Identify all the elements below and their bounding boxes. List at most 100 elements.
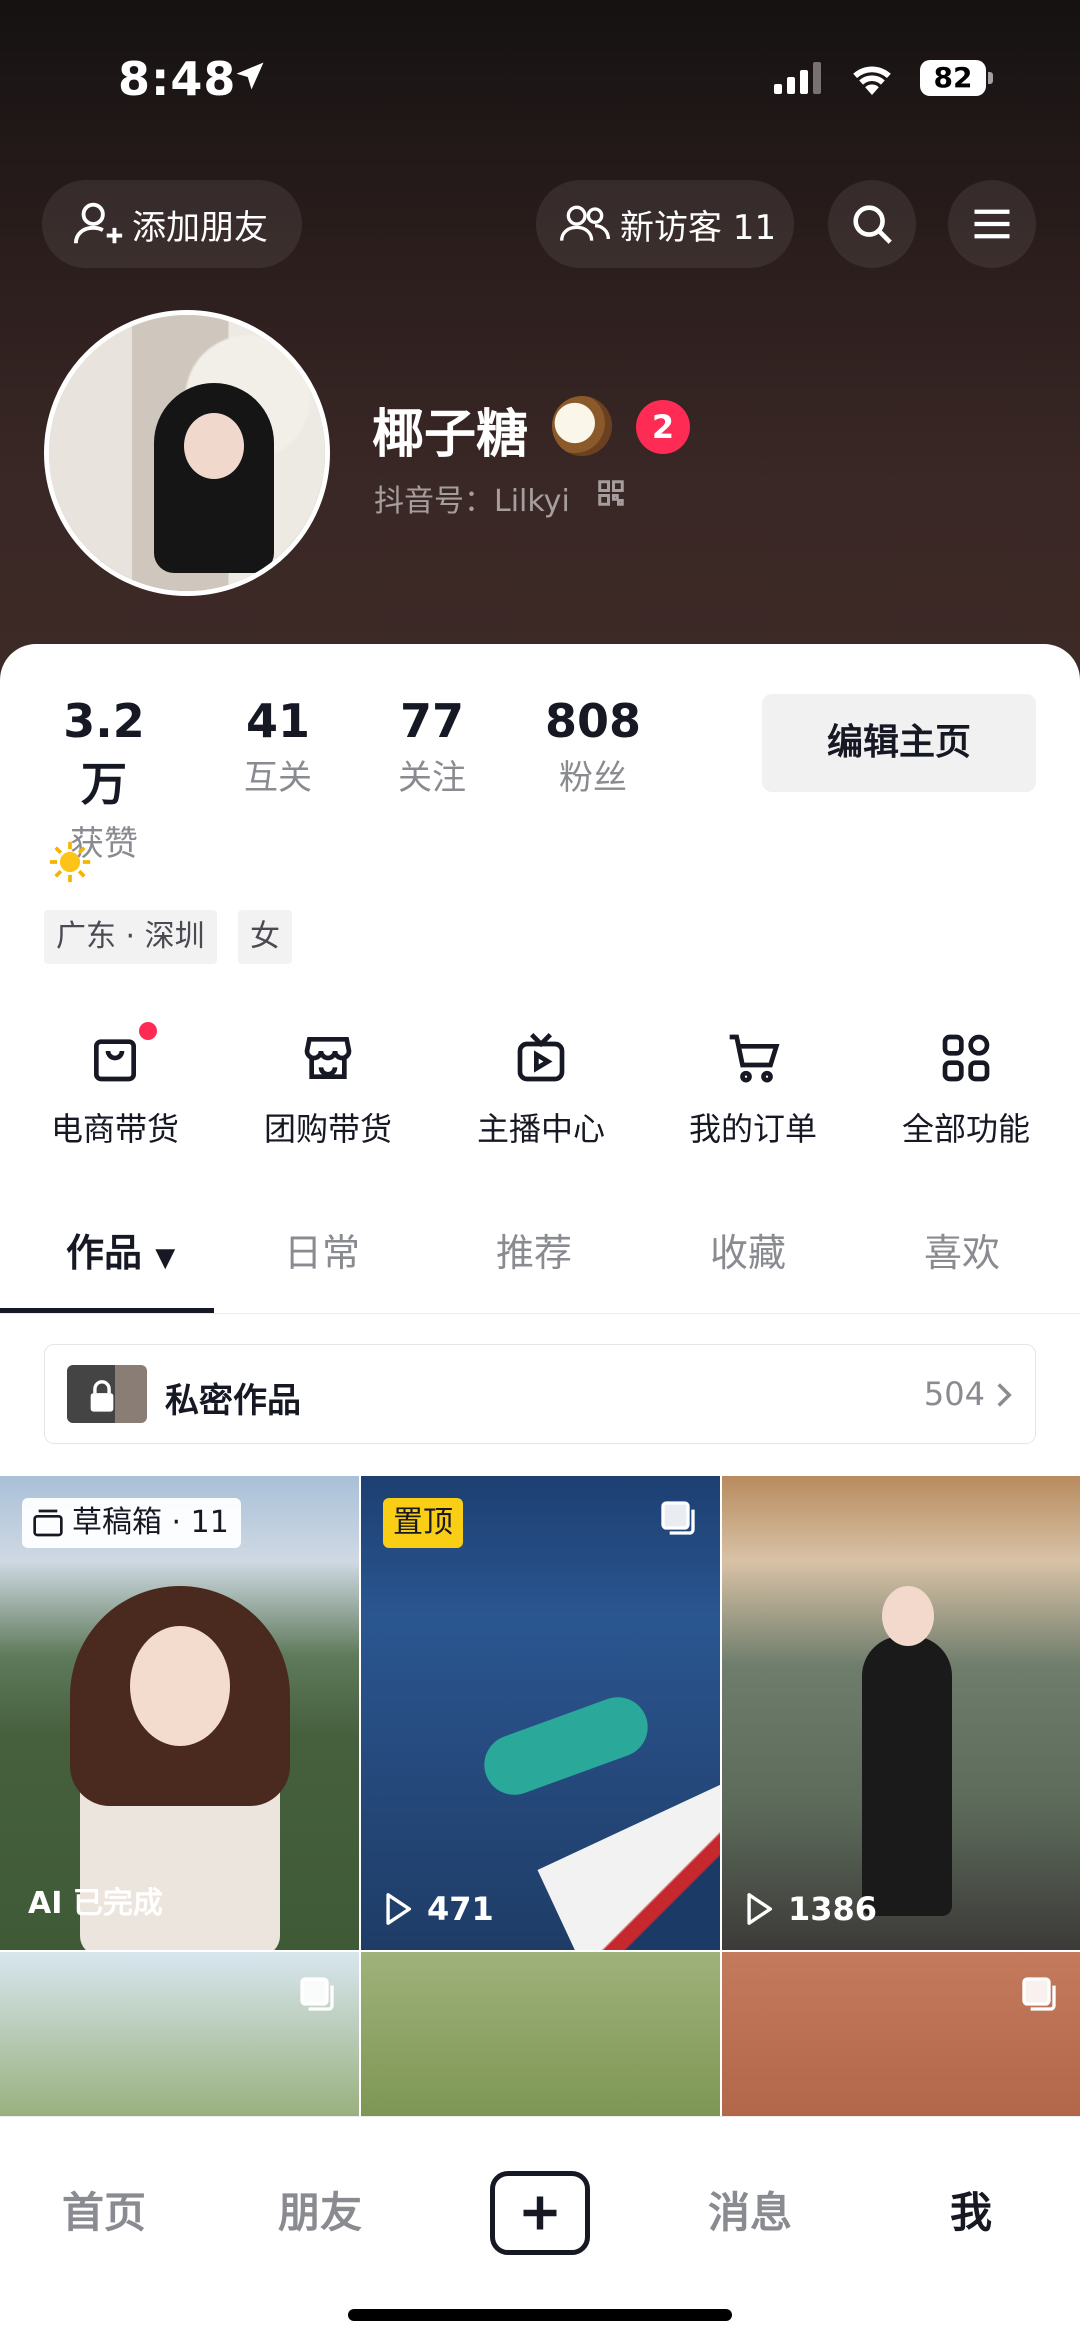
drafts-label: 草稿箱 · 11 xyxy=(72,1505,229,1540)
add-person-icon xyxy=(73,202,123,244)
tab-works[interactable]: 作品 ▼ xyxy=(66,1222,175,1277)
thumbnail-face xyxy=(130,1626,230,1746)
search-icon xyxy=(853,205,892,244)
stat-followers[interactable]: 808 粉丝 xyxy=(538,694,648,799)
stat-label: 粉丝 xyxy=(559,758,627,798)
new-dot xyxy=(139,1022,157,1040)
thumbnail-subject xyxy=(475,1688,657,1804)
feature-my-orders[interactable]: 我的订单 xyxy=(663,1016,843,1150)
stat-value: 808 xyxy=(544,694,642,748)
nav-home[interactable]: 首页 xyxy=(62,2179,146,2240)
bottom-navigation: 首页 朋友 消息 我 xyxy=(0,2116,1080,2341)
thumbnail-boat xyxy=(537,1777,720,1950)
nav-messages[interactable]: 消息 xyxy=(708,2179,792,2240)
chevron-right-icon xyxy=(997,1383,1012,1407)
status-time: 8:48 xyxy=(118,52,237,106)
play-icon xyxy=(747,1893,773,1925)
feature-label: 主播中心 xyxy=(476,1110,605,1148)
feature-ecommerce[interactable]: 电商带货 xyxy=(25,1016,205,1150)
tab-likes[interactable]: 喜欢 xyxy=(924,1222,1000,1277)
visitors-icon xyxy=(560,205,610,241)
new-visitors-label: 新访客 11 xyxy=(620,207,777,248)
hamburger-menu-icon xyxy=(974,209,1010,239)
feature-group-buy[interactable]: 团购带货 xyxy=(238,1016,418,1150)
status-bar: 8:48 82 xyxy=(0,48,1080,108)
tab-recommended[interactable]: 推荐 xyxy=(496,1222,572,1277)
gender-tag: 女 xyxy=(238,910,292,964)
nav-me[interactable]: 我 xyxy=(950,2179,992,2240)
video-thumbnail[interactable] xyxy=(722,1952,1080,2116)
qr-code-icon[interactable] xyxy=(596,478,626,508)
tab-daily[interactable]: 日常 xyxy=(284,1222,360,1277)
video-thumbnail[interactable]: 1386 xyxy=(722,1476,1080,1950)
new-visitors-button[interactable]: 新访客 11 xyxy=(536,180,794,268)
battery-tip xyxy=(988,72,993,84)
stat-value: 41 xyxy=(245,694,310,748)
stat-value: 3.2万 xyxy=(63,694,145,811)
avatar[interactable] xyxy=(44,310,330,596)
plus-icon xyxy=(523,2196,557,2230)
edit-profile-button[interactable]: 编辑主页 xyxy=(762,694,1036,792)
cellular-signal-icon xyxy=(774,62,821,94)
private-works-label: 私密作品 xyxy=(165,1381,301,1421)
drafts-box-icon xyxy=(33,1509,63,1537)
wifi-icon xyxy=(853,66,891,95)
ai-status-caption: AI 已完成 xyxy=(28,1886,163,1921)
multi-image-icon xyxy=(300,1977,334,2011)
multi-image-icon xyxy=(1022,1977,1056,2011)
feature-label: 电商带货 xyxy=(50,1110,179,1148)
feature-label: 团购带货 xyxy=(263,1110,392,1148)
sun-emoji-icon xyxy=(49,841,91,883)
video-thumbnail-drafts[interactable]: 草稿箱 · 11 AI 已完成 xyxy=(0,1476,359,1950)
location-tag: 广东 · 深圳 xyxy=(44,910,217,964)
coconut-emoji-icon xyxy=(552,396,612,456)
video-thumbnail[interactable] xyxy=(0,1952,359,2116)
add-friend-button[interactable]: 添加朋友 xyxy=(42,180,302,268)
location-arrow-icon xyxy=(236,62,264,90)
stat-value: 77 xyxy=(399,694,464,748)
play-count-value: 1386 xyxy=(788,1890,878,1928)
search-button[interactable] xyxy=(828,180,916,268)
feature-streamer-center[interactable]: 主播中心 xyxy=(451,1016,631,1150)
cart-icon xyxy=(729,1034,780,1083)
add-friend-label: 添加朋友 xyxy=(132,207,268,248)
thumbnail-face xyxy=(882,1586,934,1646)
video-thumbnail-pinned[interactable]: 置顶 471 xyxy=(361,1476,720,1950)
profile-name: 椰子糖 xyxy=(372,405,529,465)
private-works-row[interactable]: 私密作品 504 xyxy=(44,1344,1036,1444)
stat-label: 关注 xyxy=(398,758,466,798)
profile-card: 3.2万 获赞 41 互关 77 关注 808 粉丝 编辑主页 广东 · 深圳 … xyxy=(0,644,1080,2116)
play-count: 1386 xyxy=(744,1890,877,1928)
stat-following[interactable]: 77 关注 xyxy=(382,694,482,799)
video-thumbnail[interactable] xyxy=(361,1952,720,2116)
stat-label: 互关 xyxy=(244,758,312,798)
nav-friends[interactable]: 朋友 xyxy=(278,2179,362,2240)
feature-label: 全部功能 xyxy=(901,1110,1030,1148)
shopping-bag-icon xyxy=(94,1039,136,1082)
create-post-button[interactable] xyxy=(490,2171,590,2255)
content-tabs: 作品 ▼ 日常 推荐 收藏 喜欢 xyxy=(0,1182,1080,1314)
feature-all-functions[interactable]: 全部功能 xyxy=(876,1016,1056,1150)
stat-mutual[interactable]: 41 互关 xyxy=(228,694,328,799)
lock-icon xyxy=(90,1380,114,1412)
notification-badge[interactable]: 2 xyxy=(636,400,690,454)
tab-favorites[interactable]: 收藏 xyxy=(710,1222,786,1277)
thumbnail-subject xyxy=(862,1586,952,1916)
caret-down-icon: ▼ xyxy=(155,1243,176,1273)
battery-indicator: 82 xyxy=(920,60,986,96)
tab-label: 作品 xyxy=(66,1231,143,1275)
store-icon xyxy=(304,1037,352,1079)
drafts-badge: 草稿箱 · 11 xyxy=(22,1498,241,1548)
play-count: 471 xyxy=(383,1890,494,1928)
menu-button[interactable] xyxy=(948,180,1036,268)
tv-play-icon xyxy=(517,1033,565,1082)
avatar-face xyxy=(184,413,244,479)
feature-label: 我的订单 xyxy=(688,1110,817,1148)
pinned-badge: 置顶 xyxy=(383,1498,463,1548)
play-count-value: 471 xyxy=(427,1890,494,1928)
multi-image-icon xyxy=(661,1501,695,1535)
active-tab-indicator xyxy=(0,1308,214,1313)
home-indicator xyxy=(348,2309,732,2321)
play-icon xyxy=(386,1893,412,1925)
private-works-count: 504 xyxy=(923,1375,985,1413)
